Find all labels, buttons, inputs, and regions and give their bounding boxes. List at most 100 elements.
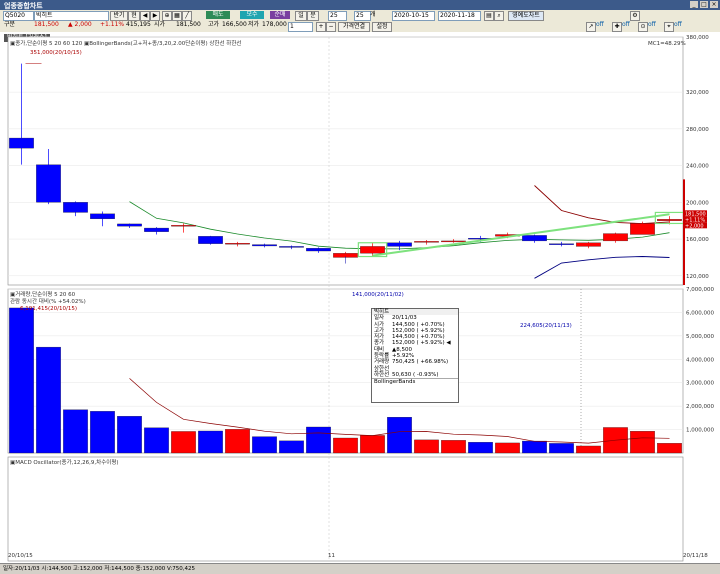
- minimize-icon[interactable]: _: [690, 1, 698, 8]
- volume-bar: [441, 440, 466, 454]
- volume-tick-label: 1,000,000: [686, 428, 714, 434]
- candle-body: [144, 227, 169, 232]
- day-button[interactable]: 일: [295, 11, 307, 21]
- open-label: 시가: [154, 21, 166, 28]
- volume-compare-legend: 관람 동시간 대비(% +54.02%): [10, 297, 86, 305]
- sell-button[interactable]: 매도: [206, 11, 230, 19]
- volume-bar: [225, 429, 250, 454]
- magnet-icon[interactable]: ⊙: [638, 22, 648, 32]
- candle-body: [576, 242, 601, 247]
- interval-input[interactable]: 1: [288, 22, 313, 32]
- volume-bar: [387, 417, 412, 454]
- chart-type-button[interactable]: 영예도차트: [508, 11, 544, 21]
- candle-body: [225, 243, 250, 245]
- right-percent: MC1=48.29%: [648, 41, 686, 47]
- minus-icon[interactable]: −: [326, 22, 336, 32]
- candle-body: [63, 202, 88, 213]
- plus-icon[interactable]: +: [316, 22, 326, 32]
- volume-bar: [522, 440, 547, 454]
- low-label: 저가: [248, 21, 260, 28]
- volume-bar: [576, 445, 601, 454]
- count-unit: 개: [370, 11, 376, 18]
- data-tooltip: 빅히트 일자 20/11/03 시가 144,500 ( +0.70%) 고가 152…: [371, 308, 459, 403]
- volume-legend: ▣거래량,단순이평 5 20 60: [10, 290, 76, 298]
- volume-bar: [468, 442, 493, 454]
- tooltip-footer: BollingerBands: [372, 378, 458, 385]
- stock-name-input[interactable]: 빅히트: [34, 11, 109, 21]
- candle-body: [441, 240, 466, 243]
- price-tick-label: 280,000: [686, 127, 709, 133]
- zoom-icon[interactable]: ⊕: [162, 11, 172, 21]
- volume-bar: [630, 431, 655, 454]
- line-icon[interactable]: ╱: [182, 11, 192, 21]
- status-bar: 일자:20/11/03 시:144,500 고:152,000 저:144,50…: [0, 563, 720, 574]
- cross-icon[interactable]: ✚: [612, 22, 622, 32]
- current-price: 181,500: [34, 21, 59, 28]
- candle-body: [657, 219, 682, 221]
- candle-body: [252, 244, 277, 247]
- macd-pane: [7, 456, 684, 562]
- volume-tick-label: 5,000,000: [686, 334, 714, 340]
- price-tick-label: 380,000: [686, 35, 709, 41]
- volume-bar: [36, 346, 61, 454]
- grid-icon[interactable]: ▦: [172, 11, 182, 21]
- period-button[interactable]: 반기: [110, 11, 128, 21]
- volume-bar: [144, 427, 169, 454]
- count-input[interactable]: 25: [328, 11, 347, 21]
- minute-button[interactable]: 분: [307, 11, 319, 21]
- pin-icon[interactable]: ⌖: [664, 22, 674, 32]
- options-button[interactable]: 설정: [372, 22, 392, 32]
- price-chart-svg[interactable]: 380,000 320,000 280,000 240,000 200,000 160,0…: [0, 32, 720, 573]
- volume-tick-label: 4,000,000: [686, 357, 714, 363]
- price-tick-label: 320,000: [686, 90, 709, 96]
- high-annotation: 351,000(20/10/15): [30, 50, 82, 56]
- left-icon[interactable]: ◀: [140, 11, 150, 21]
- search-icon[interactable]: ⌕: [494, 11, 504, 21]
- volume-annotation: 224,605(20/11/13): [520, 323, 572, 329]
- toolbar: Q5020 빅히트 반기 현 ◀ ▶ ⊕ ▦ ╱ 매도 모수 순매 일 분 25…: [0, 10, 720, 33]
- parameter-button[interactable]: 모수: [240, 11, 264, 19]
- candle-body: [522, 235, 547, 242]
- maximize-icon[interactable]: □: [700, 1, 708, 8]
- stock-code-input[interactable]: Q5020: [3, 11, 34, 21]
- candle-body: [414, 241, 439, 243]
- tool-off-4[interactable]: off: [674, 21, 682, 29]
- volume-bar: [117, 416, 142, 454]
- open-value: 181,500: [176, 21, 201, 28]
- close-icon[interactable]: ×: [710, 1, 718, 8]
- tool-off-2[interactable]: off: [622, 21, 630, 29]
- volume-bar: [495, 442, 520, 454]
- x-label-end: 20/11/18: [683, 553, 708, 559]
- price-change: ▲ 2,000: [68, 21, 92, 28]
- current-button[interactable]: 현: [128, 11, 140, 21]
- tooltip-key: 하한선: [374, 371, 390, 378]
- volume-bar: [9, 307, 34, 454]
- tool-off-3[interactable]: off: [648, 21, 656, 29]
- candle-body: [360, 246, 385, 254]
- candle-body: [279, 246, 304, 248]
- macd-legend: ▣MACD Oscillator(종가,12,26,9,차수이평): [10, 458, 119, 466]
- calendar-icon[interactable]: ▤: [484, 11, 494, 21]
- volume-high-note: 6,191,415(20/10/15): [20, 306, 77, 312]
- candle-body: [90, 213, 115, 220]
- right-icon[interactable]: ▶: [150, 11, 160, 21]
- candle-body: [387, 242, 412, 247]
- low-value: 178,000: [262, 21, 287, 28]
- window-title-bar: 업종종합차트 _ □ ×: [0, 0, 720, 10]
- net-buy-button[interactable]: 순매: [270, 11, 290, 19]
- price-link-button[interactable]: 가격연결: [338, 22, 370, 32]
- price-range-bar: [683, 179, 685, 285]
- date-from-input[interactable]: 2020-10-15: [392, 11, 435, 21]
- settings-icon[interactable]: ⚙: [630, 11, 640, 21]
- tooltip-value: 750,425 ( +66.98%): [392, 359, 449, 366]
- tool-off-1[interactable]: off: [596, 21, 604, 29]
- arrow-icon[interactable]: ↗: [586, 22, 596, 32]
- price-tick-label: 240,000: [686, 164, 709, 170]
- volume-bar: [306, 426, 331, 454]
- volume-tick-label: 7,000,000: [686, 287, 714, 293]
- count2-input[interactable]: 25: [354, 11, 371, 21]
- date-to-input[interactable]: 2020-11-18: [438, 11, 481, 21]
- volume-bar: [414, 439, 439, 454]
- x-label-mid: 11: [328, 553, 335, 559]
- candle-body: [306, 248, 331, 252]
